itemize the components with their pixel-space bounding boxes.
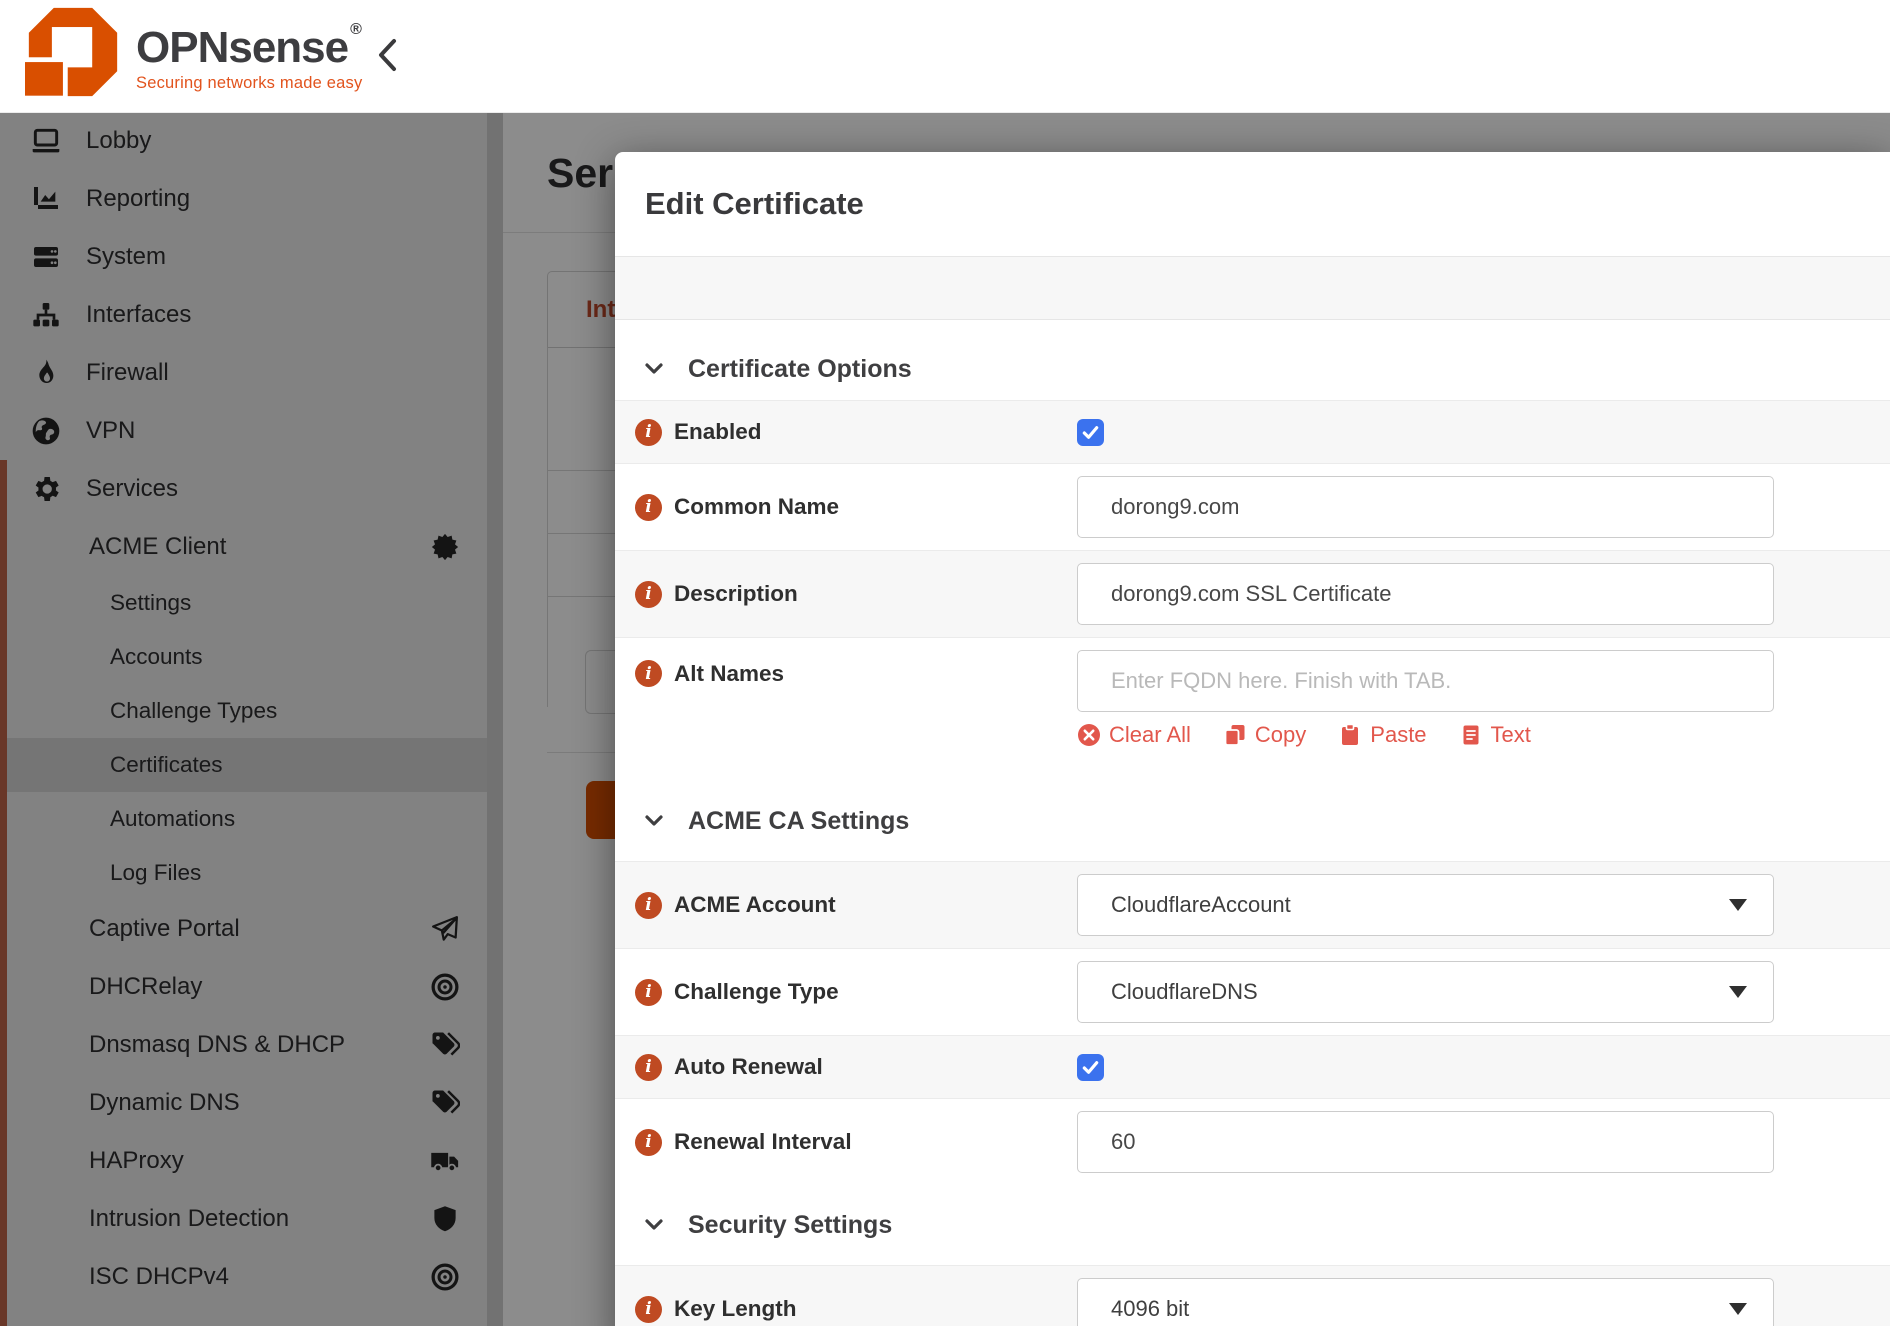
chevron-down-icon: [640, 355, 668, 383]
section-security-settings[interactable]: Security Settings: [615, 1185, 1890, 1265]
copy-button[interactable]: Copy: [1223, 722, 1306, 748]
paste-icon: [1342, 723, 1359, 745]
form-row-key-length: i Key Length 4096 bit: [615, 1265, 1890, 1326]
alt-names-input[interactable]: [1077, 650, 1774, 712]
form-row-renewal-interval: i Renewal Interval: [615, 1098, 1890, 1185]
text-file-icon: [1463, 725, 1479, 745]
caret-down-icon: [1729, 1303, 1747, 1315]
chevron-down-icon: [640, 807, 668, 835]
copy-icon: [1224, 725, 1245, 746]
form-row-description: i Description: [615, 550, 1890, 637]
modal-toolbar-strip: [615, 256, 1890, 320]
brand-name: OPNsense ®: [136, 21, 362, 72]
registered-mark: ®: [350, 21, 362, 38]
info-icon[interactable]: i: [635, 978, 662, 1006]
circle-x-icon: [1078, 724, 1100, 746]
key-length-select[interactable]: 4096 bit: [1077, 1278, 1774, 1326]
field-label: Key Length: [674, 1296, 797, 1321]
form-row-common-name: i Common Name: [615, 463, 1890, 550]
info-icon[interactable]: i: [635, 660, 662, 687]
description-input[interactable]: [1077, 563, 1774, 625]
info-icon[interactable]: i: [635, 418, 662, 446]
auto-renewal-checkbox[interactable]: [1077, 1053, 1104, 1081]
field-label: Description: [674, 581, 798, 606]
common-name-input[interactable]: [1077, 476, 1774, 538]
top-navbar: OPNsense ® Securing networks made easy: [0, 0, 1890, 113]
form-row-acme-account: i ACME Account CloudflareAccount: [615, 861, 1890, 948]
field-label: ACME Account: [674, 892, 836, 917]
caret-down-icon: [1729, 899, 1747, 911]
chevron-left-icon: [379, 39, 396, 71]
check-icon: [1082, 1060, 1099, 1074]
check-icon: [1082, 425, 1099, 439]
caret-down-icon: [1729, 986, 1747, 998]
acme-account-select[interactable]: CloudflareAccount: [1077, 874, 1774, 936]
enabled-checkbox[interactable]: [1077, 418, 1104, 446]
info-icon[interactable]: i: [635, 493, 662, 521]
form-row-enabled: i Enabled: [615, 400, 1890, 463]
info-icon[interactable]: i: [635, 1128, 662, 1156]
info-icon[interactable]: i: [635, 891, 662, 919]
field-label: Common Name: [674, 494, 840, 519]
sidebar-collapse-button[interactable]: [374, 36, 402, 74]
section-acme-ca-settings[interactable]: ACME CA Settings: [615, 781, 1890, 861]
clear-all-button[interactable]: Clear All: [1077, 722, 1191, 748]
challenge-type-select[interactable]: CloudflareDNS: [1077, 961, 1774, 1023]
info-icon[interactable]: i: [635, 1053, 662, 1081]
brand-tagline: Securing networks made easy: [136, 74, 363, 92]
opnsense-logo-icon: [25, 7, 118, 100]
field-label: Alt Names: [674, 660, 785, 686]
edit-certificate-modal: Edit Certificate Certificate Options i E…: [615, 152, 1890, 1326]
info-icon[interactable]: i: [635, 580, 662, 608]
text-button[interactable]: Text: [1459, 722, 1531, 748]
screen: OPNsense ® Securing networks made easy Lo…: [0, 0, 1890, 1326]
alt-names-actions: Clear All Copy Paste Text: [1077, 722, 1774, 748]
chevron-down-icon: [640, 1211, 668, 1239]
form-row-challenge-type: i Challenge Type CloudflareDNS: [615, 948, 1890, 1035]
field-label: Enabled: [674, 419, 762, 444]
info-icon[interactable]: i: [635, 1295, 662, 1323]
form-row-auto-renewal: i Auto Renewal: [615, 1035, 1890, 1098]
section-certificate-options[interactable]: Certificate Options: [615, 338, 1890, 400]
field-label: Auto Renewal: [674, 1054, 823, 1079]
renewal-interval-input[interactable]: [1077, 1111, 1774, 1173]
form-row-alt-names: i Alt Names Clear All Copy Pas: [615, 637, 1890, 781]
opnsense-logo[interactable]: OPNsense ® Securing networks made easy: [25, 4, 362, 100]
field-label: Renewal Interval: [674, 1129, 852, 1154]
modal-title: Edit Certificate: [645, 186, 864, 221]
paste-button[interactable]: Paste: [1338, 722, 1427, 748]
field-label: Challenge Type: [674, 979, 839, 1004]
